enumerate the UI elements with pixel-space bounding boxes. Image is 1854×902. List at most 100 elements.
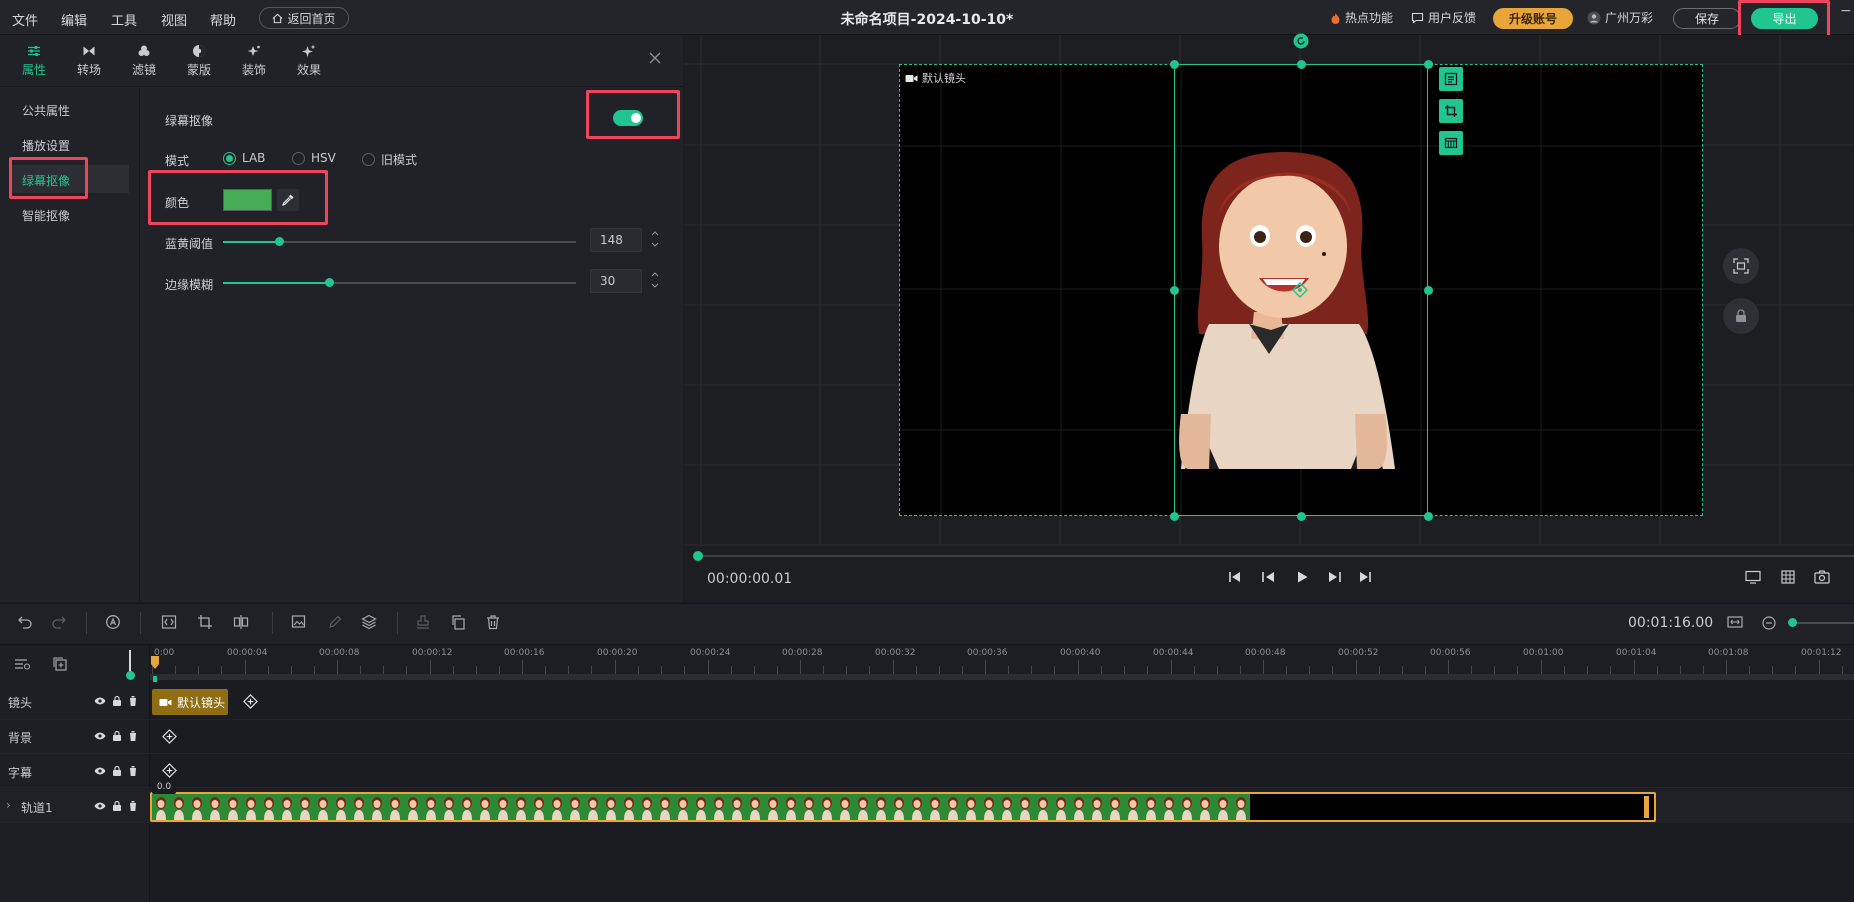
- expand-chevron-icon[interactable]: ›: [6, 798, 11, 812]
- tab-decoration[interactable]: 装饰: [226, 39, 282, 83]
- stamp-button[interactable]: [415, 614, 431, 630]
- playhead[interactable]: [150, 656, 160, 682]
- chevron-up-icon[interactable]: [650, 229, 660, 238]
- add-keyframe-subtitle-icon[interactable]: [162, 763, 177, 778]
- menu-edit[interactable]: 编辑: [61, 10, 87, 29]
- side-nav-green-screen[interactable]: 绿幕抠像: [22, 172, 70, 189]
- resize-handle-n[interactable]: [1297, 60, 1306, 69]
- trim-button[interactable]: [161, 614, 177, 630]
- lock-canvas-button[interactable]: [1723, 298, 1759, 334]
- tab-mask[interactable]: 蒙版: [171, 39, 227, 83]
- save-button[interactable]: 保存: [1673, 8, 1741, 29]
- eye-icon[interactable]: [94, 696, 106, 706]
- tab-properties[interactable]: 属性: [6, 39, 62, 83]
- export-button[interactable]: 导出: [1751, 8, 1818, 29]
- menu-help[interactable]: 帮助: [210, 10, 236, 29]
- resize-handle-s[interactable]: [1297, 512, 1306, 521]
- eye-icon[interactable]: [94, 766, 106, 776]
- menu-file[interactable]: 文件: [12, 10, 38, 29]
- align-tool-button[interactable]: [1439, 67, 1463, 91]
- mode-radio-hsv[interactable]: HSV: [292, 151, 336, 165]
- grid-toggle-button[interactable]: [1781, 570, 1795, 584]
- side-nav-playback-settings[interactable]: 播放设置: [22, 137, 70, 154]
- threshold-input[interactable]: 148: [590, 228, 642, 252]
- fit-screen-button[interactable]: [1723, 248, 1759, 284]
- side-nav-common-properties[interactable]: 公共属性: [22, 102, 70, 119]
- edge-blur-input[interactable]: 30: [590, 269, 642, 293]
- timeline-zoom-knob[interactable]: [126, 671, 135, 680]
- resize-handle-se[interactable]: [1424, 512, 1433, 521]
- layers-button[interactable]: [361, 614, 377, 630]
- lock-icon[interactable]: [112, 695, 122, 707]
- upgrade-account-button[interactable]: 升级账号: [1493, 8, 1573, 29]
- chevron-up-icon[interactable]: [650, 270, 660, 279]
- resize-handle-sw[interactable]: [1170, 512, 1179, 521]
- zoom-slider-knob[interactable]: [1788, 618, 1797, 627]
- edge-blur-stepper[interactable]: [650, 270, 660, 290]
- menu-view[interactable]: 视图: [161, 10, 187, 29]
- playback-scrubber[interactable]: [694, 555, 1854, 557]
- tab-effects[interactable]: 效果: [281, 39, 337, 83]
- user-account[interactable]: 广州万彩: [1587, 9, 1653, 26]
- snapshot-button[interactable]: [1814, 570, 1830, 584]
- zoom-out-button[interactable]: [1762, 616, 1776, 630]
- delete-button[interactable]: [485, 614, 501, 630]
- add-keyframe-background-icon[interactable]: [162, 729, 177, 744]
- auto-snap-button[interactable]: [105, 614, 121, 630]
- resize-handle-w[interactable]: [1170, 286, 1179, 295]
- previous-frame-button[interactable]: [1261, 570, 1277, 584]
- mode-radio-lab[interactable]: LAB: [223, 151, 265, 165]
- user-feedback-link[interactable]: 用户反馈: [1411, 9, 1476, 26]
- undo-button[interactable]: [17, 614, 33, 630]
- resize-handle-ne[interactable]: [1424, 60, 1433, 69]
- trash-icon[interactable]: [128, 800, 138, 812]
- play-button[interactable]: [1295, 570, 1309, 584]
- trash-icon[interactable]: [128, 695, 138, 707]
- chevron-down-icon[interactable]: [650, 240, 660, 249]
- edge-blur-slider-knob[interactable]: [325, 278, 334, 287]
- edit-button[interactable]: [327, 614, 343, 630]
- clip-trim-handle[interactable]: [1644, 796, 1649, 818]
- crop-button[interactable]: [197, 614, 213, 630]
- add-track-button[interactable]: [52, 656, 68, 672]
- trash-icon[interactable]: [128, 765, 138, 777]
- lock-icon[interactable]: [112, 765, 122, 777]
- copy-button[interactable]: [450, 614, 466, 630]
- eyedropper-button[interactable]: [277, 189, 299, 211]
- menu-tools[interactable]: 工具: [111, 10, 137, 29]
- trash-icon[interactable]: [128, 730, 138, 742]
- hot-features-link[interactable]: 热点功能: [1330, 9, 1393, 26]
- lock-icon[interactable]: [112, 730, 122, 742]
- return-home-button[interactable]: 返回首页: [259, 7, 349, 29]
- threshold-slider-knob[interactable]: [275, 237, 284, 246]
- video-clip[interactable]: [150, 792, 1656, 822]
- lock-icon[interactable]: [112, 800, 122, 812]
- tab-filter[interactable]: 滤镜: [116, 39, 172, 83]
- key-color-swatch[interactable]: [223, 189, 272, 211]
- side-nav-smart-keying[interactable]: 智能抠像: [22, 207, 70, 224]
- eye-icon[interactable]: [94, 801, 106, 811]
- rotate-handle-icon[interactable]: [1293, 33, 1309, 49]
- redo-button[interactable]: [51, 614, 67, 630]
- camera-clip[interactable]: 默认镜头: [152, 689, 228, 715]
- skip-to-start-button[interactable]: [1228, 570, 1242, 584]
- mode-radio-legacy[interactable]: 旧模式: [362, 151, 417, 168]
- close-panel-icon[interactable]: [649, 52, 661, 64]
- resize-handle-nw[interactable]: [1170, 60, 1179, 69]
- minimize-icon[interactable]: −: [1840, 3, 1852, 19]
- anchor-point-icon[interactable]: [1292, 282, 1308, 298]
- replace-media-button[interactable]: [291, 614, 307, 630]
- resize-handle-e[interactable]: [1424, 286, 1433, 295]
- chevron-down-icon[interactable]: [650, 281, 660, 290]
- playback-scrubber-knob[interactable]: [693, 551, 703, 561]
- tab-transition[interactable]: 转场: [61, 39, 117, 83]
- eye-icon[interactable]: [94, 731, 106, 741]
- add-keyframe-camera-icon[interactable]: [243, 694, 258, 709]
- split-button[interactable]: [233, 614, 249, 630]
- layout-tool-button[interactable]: [1439, 131, 1463, 155]
- zoom-slider[interactable]: [1791, 622, 1854, 624]
- crop-tool-button[interactable]: [1439, 99, 1463, 123]
- threshold-stepper[interactable]: [650, 229, 660, 249]
- track-settings-button[interactable]: [14, 657, 32, 671]
- skip-to-end-button[interactable]: [1358, 570, 1372, 584]
